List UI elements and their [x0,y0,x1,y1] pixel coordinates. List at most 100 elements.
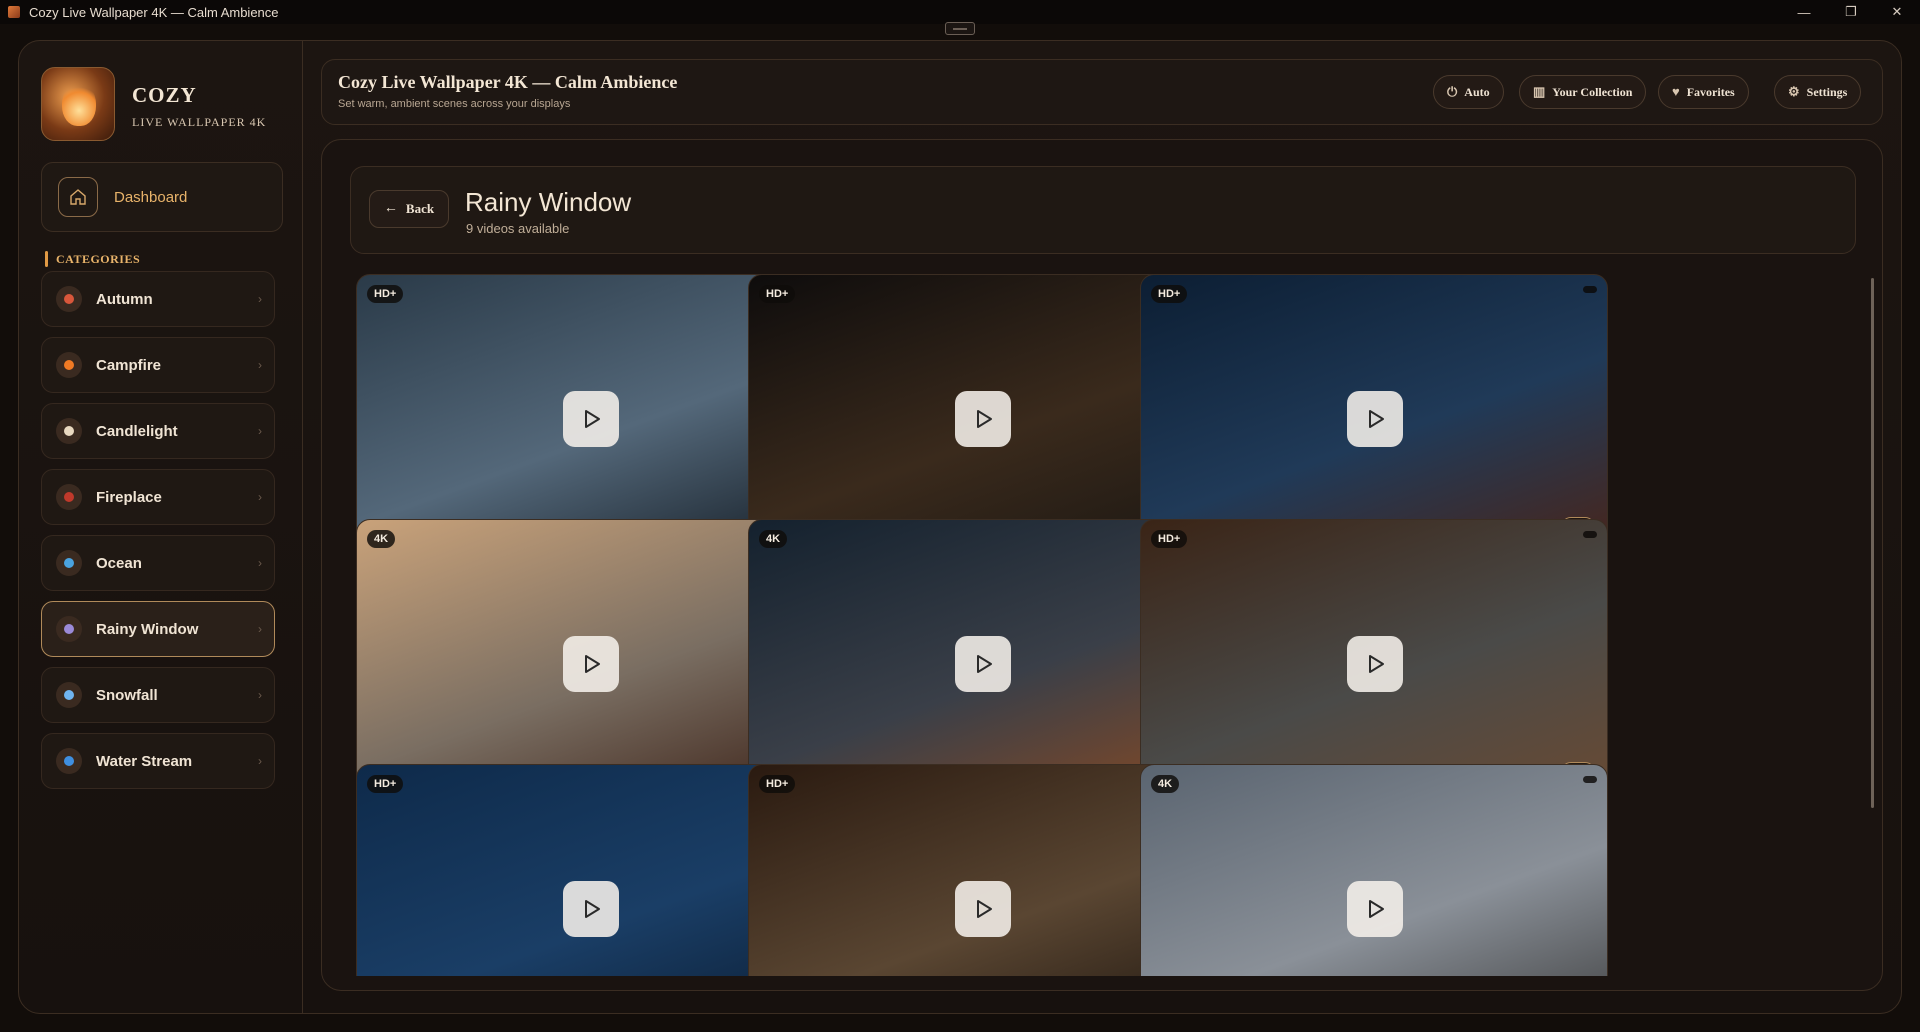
play-icon [1369,410,1384,428]
close-button[interactable]: ✕ [1874,0,1920,24]
play-button[interactable] [563,636,619,692]
fireplace-logo-icon [62,82,96,126]
play-button[interactable] [563,881,619,937]
sidebar-item-ocean[interactable]: Ocean › [41,535,275,591]
brand-subtitle: LIVE WALLPAPER 4K [132,115,267,129]
sidebar-item-rainy-window[interactable]: Rainy Window › [41,601,275,657]
fireplace-icon [56,484,82,510]
cloud-icon-glyph [64,624,74,634]
library-icon: ▥ [1533,84,1546,99]
wave-icon [56,550,82,576]
favorites-button[interactable]: ♥ Favorites [1658,75,1749,109]
sidebar-item-campfire[interactable]: Campfire › [41,337,275,393]
header-subtitle: Set warm, ambient scenes across your dis… [338,98,571,110]
quality-badge: HD+ [367,775,404,793]
category-header: ← Back Rainy Window 9 videos available [350,166,1856,254]
more-options-icon[interactable] [1583,776,1597,783]
app-frame: COZY LIVE WALLPAPER 4K Dashboard CATEGOR… [18,40,1902,1014]
your-collection-button[interactable]: ▥ Your Collection [1519,75,1647,109]
back-button[interactable]: ← Back [369,190,449,228]
play-button[interactable] [955,881,1011,937]
top-header: Cozy Live Wallpaper 4K — Calm Ambience S… [321,59,1883,125]
play-icon [1369,655,1384,673]
window-title: Cozy Live Wallpaper 4K — Calm Ambience [29,4,279,20]
quality-badge: HD+ [759,285,796,303]
play-button[interactable] [955,391,1011,447]
fireplace-icon-glyph [64,492,74,502]
play-icon [585,655,600,673]
scrollbar[interactable] [1871,278,1874,808]
main-content: ← Back Rainy Window 9 videos available H… [321,139,1883,991]
play-button[interactable] [1347,391,1403,447]
quality-badge: HD+ [1151,530,1188,548]
play-icon [585,900,600,918]
auto-button-label: Auto [1464,84,1490,99]
droplet-icon-glyph [64,756,74,766]
play-icon [585,410,600,428]
video-count: 9 videos available [466,221,570,236]
video-grid: HD+ HD+ HD+ 4K 4K HD+ HD+ HD+ 4K [356,274,1796,976]
sidebar: COZY LIVE WALLPAPER 4K Dashboard CATEGOR… [19,41,303,1013]
brand-logo [41,67,115,141]
play-icon [977,655,992,673]
video-card[interactable]: 4K [1140,764,1608,976]
drag-handle[interactable] [945,22,975,35]
chevron-right-icon: › [258,358,262,372]
sidebar-item-label: Snowfall [96,686,158,704]
wave-icon-glyph [64,558,74,568]
sidebar-item-label: Fireplace [96,488,162,506]
your-collection-label: Your Collection [1552,84,1633,99]
sidebar-item-label: Campfire [96,356,162,374]
minimize-button[interactable]: — [1781,0,1827,24]
play-button[interactable] [1347,881,1403,937]
chevron-right-icon: › [258,490,262,504]
sidebar-item-autumn[interactable]: Autumn › [41,271,275,327]
quality-badge: 4K [759,530,788,548]
chevron-right-icon: › [258,688,262,702]
play-button[interactable] [563,391,619,447]
play-button[interactable] [1347,636,1403,692]
candle-icon-glyph [64,426,74,436]
brand-name: COZY [132,83,197,107]
back-button-label: Back [405,201,435,216]
play-icon [977,410,992,428]
quality-badge: 4K [367,530,396,548]
sidebar-item-candlelight[interactable]: Candlelight › [41,403,275,459]
categories-heading: CATEGORIES [45,251,140,267]
candle-icon [56,418,82,444]
play-button[interactable] [955,636,1011,692]
leaf-icon [56,286,82,312]
chevron-right-icon: › [258,292,262,306]
sidebar-item-label: Water Stream [96,752,193,770]
categories-heading-label: CATEGORIES [56,251,141,266]
chevron-right-icon: › [258,556,262,570]
cloud-icon [56,616,82,642]
flame-icon [56,352,82,378]
chevron-right-icon: › [258,754,262,768]
dashboard-label: Dashboard [114,188,188,206]
quality-badge: HD+ [367,285,404,303]
auto-button[interactable]: ⏻ Auto [1433,75,1504,109]
settings-button[interactable]: ⚙ Settings [1774,75,1862,109]
sidebar-item-water-stream[interactable]: Water Stream › [41,733,275,789]
more-options-icon[interactable] [1583,531,1597,538]
app-icon [8,6,20,18]
power-icon: ⏻ [1447,84,1458,99]
title-bar: Cozy Live Wallpaper 4K — Calm Ambience —… [0,0,1920,35]
category-title: Rainy Window [465,187,632,217]
quality-badge: HD+ [759,775,796,793]
quality-badge: 4K [1151,775,1180,793]
play-icon [977,900,992,918]
droplet-icon [56,748,82,774]
dashboard-button[interactable]: Dashboard [41,162,283,232]
sidebar-item-snowfall[interactable]: Snowfall › [41,667,275,723]
more-options-icon[interactable] [1583,286,1597,293]
gear-icon: ⚙ [1788,84,1800,99]
chevron-right-icon: › [258,424,262,438]
heart-icon: ♥ [1672,84,1680,99]
sidebar-item-label: Autumn [96,290,153,308]
home-icon [58,177,98,217]
sidebar-item-fireplace[interactable]: Fireplace › [41,469,275,525]
snowflake-icon [56,682,82,708]
maximize-button[interactable]: ❐ [1828,0,1874,24]
